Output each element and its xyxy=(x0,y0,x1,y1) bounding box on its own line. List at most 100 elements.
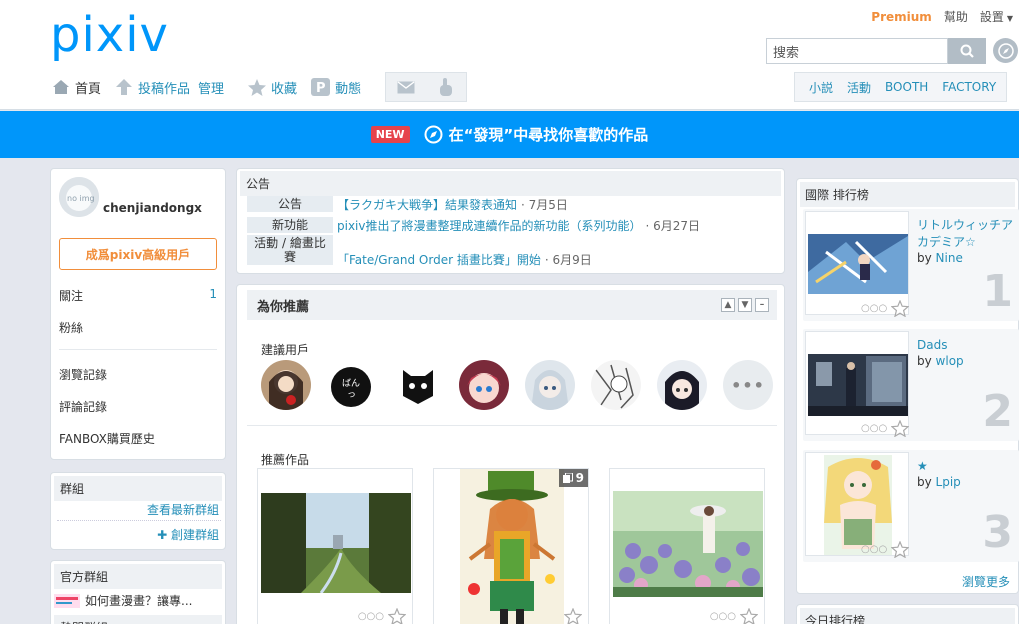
more-icon[interactable]: ○○○ xyxy=(358,611,384,622)
more-icon[interactable]: ○○○ xyxy=(861,544,887,555)
bookmark-star-icon[interactable] xyxy=(891,420,910,437)
search-button[interactable] xyxy=(948,38,986,64)
author-link[interactable]: Lpip xyxy=(936,475,961,489)
comments-link[interactable]: 評論記錄 xyxy=(59,398,217,415)
history-link[interactable]: 瀏覽記錄 xyxy=(59,366,217,383)
premium-link[interactable]: Premium xyxy=(871,10,932,24)
announce-row[interactable]: 活動 / 繪畫比賽 「Fate/Grand Order 插畫比賽」開始 · 6月… xyxy=(247,235,592,268)
user-avatar[interactable]: ばんっ xyxy=(327,360,377,410)
nav-home[interactable]: 首頁 xyxy=(52,78,101,97)
more-icon[interactable]: ○○○ xyxy=(861,303,887,314)
work-card[interactable]: ○○○ xyxy=(609,468,765,624)
nav-home-label: 首頁 xyxy=(75,81,102,97)
mail-icon xyxy=(397,80,415,93)
divider xyxy=(59,349,217,350)
fanbox-link[interactable]: FANBOX購買歷史 xyxy=(59,430,217,447)
group-thumbnail xyxy=(54,593,80,608)
nav-right-links: 小説 活動 BOOTH FACTORY xyxy=(794,72,1008,102)
nav-bookmark-label: 收藏 xyxy=(271,81,298,97)
ranking-work-title[interactable]: Dads xyxy=(917,337,1013,354)
username[interactable]: chenjiandongx xyxy=(103,201,202,215)
announce-category: 公告 xyxy=(247,196,333,212)
ranking-item[interactable]: リトルウィッチアカデミア☆ by Nine ○○○ 1 xyxy=(803,209,1019,321)
more-icon[interactable]: ○○○ xyxy=(861,423,887,434)
ranking-item[interactable]: ★ by Lpip ○○○ 3 xyxy=(803,450,1019,562)
work-thumbnail[interactable] xyxy=(460,469,564,624)
bookmark-star-icon[interactable] xyxy=(564,608,582,624)
announce-panel: 公告 公告 【ラクガキ大戦争】結果發表通知 · 7月5日 新功能 pixiv推出… xyxy=(236,168,785,274)
avatar[interactable]: no img xyxy=(59,177,99,217)
ranking-work-title[interactable]: ★ xyxy=(917,458,1013,475)
bookmark-star-icon[interactable] xyxy=(891,541,910,558)
announce-row[interactable]: 公告 【ラクガキ大戦争】結果發表通知 · 7月5日 xyxy=(247,196,568,213)
discover-button[interactable] xyxy=(993,38,1018,63)
nav-bookmark[interactable]: 收藏 xyxy=(248,78,297,97)
settings-label: 設置 xyxy=(979,10,1004,24)
user-avatar[interactable] xyxy=(591,360,641,410)
by-label: by xyxy=(917,475,932,489)
nav-events[interactable]: 活動 xyxy=(847,79,871,96)
compass-icon xyxy=(997,42,1014,59)
move-down-button[interactable]: ▼ xyxy=(738,298,752,312)
work-actions xyxy=(564,608,582,624)
work-thumbnail[interactable] xyxy=(613,491,763,597)
official-group-name: 如何畫漫畫？讓專... xyxy=(85,594,193,608)
compass-icon xyxy=(424,125,443,144)
nav-manage[interactable]: 管理 xyxy=(198,78,224,97)
announce-row[interactable]: 新功能 pixiv推出了將漫畫整理成連續作品的新功能（系列功能） · 6月27日 xyxy=(247,217,700,234)
bookmark-star-icon[interactable] xyxy=(891,300,910,317)
work-thumbnail[interactable] xyxy=(261,493,411,593)
nav-booth[interactable]: BOOTH xyxy=(885,80,928,94)
author-link[interactable]: wlop xyxy=(936,354,964,368)
nav-novel[interactable]: 小説 xyxy=(809,79,833,96)
ranking-author: by Lpip xyxy=(917,475,961,489)
announce-date: · 6月9日 xyxy=(544,253,592,267)
followers-label: 粉絲 xyxy=(59,321,84,335)
fanbox-label: FANBOX購買歷史 xyxy=(59,432,155,446)
pixiv-logo[interactable]: pixiv xyxy=(50,5,169,65)
bookmark-star-icon[interactable] xyxy=(740,608,758,624)
bookmark-star-icon[interactable] xyxy=(388,608,406,624)
work-card[interactable]: 9 xyxy=(433,468,589,624)
nav-feed[interactable]: P 動態 xyxy=(311,78,361,97)
collapse-button[interactable]: – xyxy=(755,298,769,312)
user-avatar[interactable] xyxy=(393,360,443,410)
work-card[interactable]: ○○○ xyxy=(257,468,413,624)
create-group-link[interactable]: ✚ 創建群組 xyxy=(157,526,219,543)
user-avatar[interactable] xyxy=(459,360,509,410)
following-row[interactable]: 關注 1 xyxy=(59,287,217,304)
ranking-item[interactable]: Dads by wlop ○○○ 2 xyxy=(803,329,1019,441)
premium-upgrade-button[interactable]: 成爲pixiv高級用戶 xyxy=(59,238,217,270)
settings-menu[interactable]: 設置 ▼ xyxy=(980,8,1013,25)
messages-button[interactable] xyxy=(386,73,426,101)
discover-banner[interactable]: NEW 在“發現”中尋找你喜歡的作品 xyxy=(0,111,1019,158)
daily-ranking-panel: 今日排行榜 xyxy=(796,604,1019,624)
svg-text:no img: no img xyxy=(67,194,95,203)
official-group-item[interactable]: 如何畫漫畫？讓專... xyxy=(54,592,192,609)
help-link[interactable]: 幫助 xyxy=(944,8,968,25)
ranking-more-link[interactable]: 瀏覽更多 xyxy=(962,573,1010,590)
by-label: by xyxy=(917,251,932,265)
recommended-works-title: 推薦作品 xyxy=(261,453,310,467)
followers-row[interactable]: 粉絲 xyxy=(59,319,217,336)
more-icon[interactable]: ○○○ xyxy=(710,611,736,622)
move-up-button[interactable]: ▲ xyxy=(721,298,735,312)
user-avatar[interactable] xyxy=(525,360,575,410)
recommend-title: 為你推薦 xyxy=(257,299,310,315)
feed-p-icon: P xyxy=(311,78,331,96)
new-badge: NEW xyxy=(370,126,410,143)
nav-factory[interactable]: FACTORY xyxy=(942,80,996,94)
official-groups-panel: 官方群組 如何畫漫畫？讓專... 熱門群組 xyxy=(50,560,226,624)
user-avatar[interactable] xyxy=(261,360,311,410)
ranking-work-title[interactable]: リトルウィッチアカデミア☆ xyxy=(917,217,1013,251)
notifications-button[interactable] xyxy=(426,73,466,101)
more-users-button[interactable]: ••• xyxy=(723,360,773,410)
history-label: 瀏覽記錄 xyxy=(59,368,108,382)
user-avatar[interactable] xyxy=(657,360,707,410)
main-nav: 首頁 投稿作品 管理 收藏 P 動態 xyxy=(52,72,468,102)
latest-groups-link[interactable]: 查看最新群組 xyxy=(147,501,219,518)
svg-text:ばん: ばん xyxy=(342,378,360,389)
nav-post[interactable]: 投稿作品 xyxy=(115,78,190,97)
search-input[interactable]: 搜索 xyxy=(766,38,948,64)
author-link[interactable]: Nine xyxy=(936,251,963,265)
